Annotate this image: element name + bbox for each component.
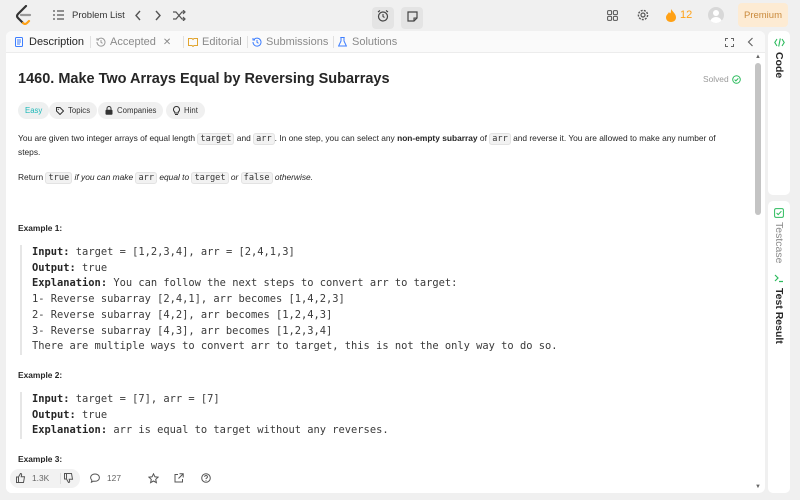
testcase-label[interactable]: Testcase xyxy=(773,222,785,263)
panel-tab-bar: Description Accepted ✕ Editorial Submiss… xyxy=(6,31,765,53)
scrollbar-thumb[interactable] xyxy=(755,63,761,215)
shuffle-icon[interactable] xyxy=(173,9,186,21)
check-circle-icon xyxy=(731,74,741,84)
notes-button[interactable] xyxy=(401,7,423,29)
code-arr: arr xyxy=(135,172,158,184)
book-icon xyxy=(188,37,198,47)
top-nav-bar: Problem List 12 Premium xyxy=(0,0,800,30)
chevron-left-icon[interactable] xyxy=(132,9,144,21)
layout-grid-icon[interactable] xyxy=(606,9,618,21)
code-panel-label: Code xyxy=(773,52,785,79)
code-arr: arr xyxy=(253,133,275,145)
like-count: 1.3K xyxy=(32,473,50,483)
history-icon xyxy=(96,37,106,47)
code-arr: arr xyxy=(489,133,511,145)
difficulty-badge[interactable]: Easy xyxy=(18,102,50,119)
description-icon xyxy=(15,37,25,47)
timer-button[interactable] xyxy=(372,7,394,29)
topics-label: Topics xyxy=(68,106,91,115)
checkbox-icon xyxy=(773,207,785,219)
scroll-up-icon[interactable]: ▲ xyxy=(755,54,761,60)
scroll-down-icon[interactable]: ▼ xyxy=(755,484,761,490)
solved-label: Solved xyxy=(703,74,729,84)
thumbs-up-icon xyxy=(16,473,26,483)
example-1-heading: Example 1: xyxy=(18,223,63,233)
comment-icon xyxy=(90,473,100,483)
submissions-history-icon xyxy=(252,37,262,47)
problem-list-link[interactable]: Problem List xyxy=(72,10,125,21)
comments-button[interactable]: 127 xyxy=(90,463,121,493)
flask-icon xyxy=(338,37,348,47)
hint-label: Hint xyxy=(184,106,198,115)
companies-label: Companies xyxy=(117,106,157,115)
tab-divider xyxy=(90,36,91,48)
tab-description-label: Description xyxy=(29,36,85,48)
collapse-panel-icon[interactable] xyxy=(744,36,756,48)
streak-count: 12 xyxy=(680,9,693,21)
hint-tag[interactable]: Hint xyxy=(166,102,205,119)
like-button[interactable]: 1.3K xyxy=(16,463,49,493)
example-1-block: Input: target = [1,2,3,4], arr = [2,4,1,… xyxy=(20,245,557,355)
example-2-heading: Example 2: xyxy=(18,370,63,380)
thumbs-down-icon xyxy=(64,473,74,483)
dislike-button[interactable] xyxy=(64,463,74,493)
tab-accepted[interactable]: Accepted ✕ xyxy=(96,31,171,53)
tab-divider xyxy=(333,36,334,48)
tab-divider xyxy=(247,36,248,48)
premium-button[interactable]: Premium xyxy=(738,3,788,27)
terminal-icon xyxy=(773,272,785,284)
leetcode-logo-icon[interactable] xyxy=(14,4,34,26)
code-false: false xyxy=(240,172,273,184)
problem-title: 1460. Make Two Arrays Equal by Reversing… xyxy=(18,71,390,87)
lock-icon xyxy=(105,106,113,115)
like-divider xyxy=(60,473,61,484)
example-2-block: Input: target = [7], arr = [7] Output: tr… xyxy=(20,392,389,440)
share-icon[interactable] xyxy=(173,472,185,484)
code-brackets-icon xyxy=(773,36,785,48)
description-footer: 1.3K 127 xyxy=(6,463,754,493)
note-icon xyxy=(406,9,418,27)
tab-divider xyxy=(183,36,184,48)
tab-accepted-label: Accepted xyxy=(110,36,156,48)
lightbulb-icon xyxy=(173,106,180,115)
tab-editorial[interactable]: Editorial xyxy=(188,31,242,53)
test-result-label[interactable]: Test Result xyxy=(773,288,785,344)
maximize-icon[interactable] xyxy=(723,36,735,48)
description-panel: Description Accepted ✕ Editorial Submiss… xyxy=(6,31,765,493)
code-true: true xyxy=(45,172,73,184)
code-target: target xyxy=(191,172,229,184)
description-scrollbar[interactable]: ▲ ▼ xyxy=(754,53,763,493)
tab-submissions-label: Submissions xyxy=(266,36,329,48)
topics-tag[interactable]: Topics xyxy=(49,102,98,119)
tab-solutions[interactable]: Solutions xyxy=(338,31,397,53)
tab-editorial-label: Editorial xyxy=(202,36,242,48)
tab-submissions[interactable]: Submissions xyxy=(252,31,328,53)
tag-icon xyxy=(56,106,64,115)
description-line-1: You are given two integer arrays of equa… xyxy=(18,133,716,145)
code-panel-collapsed[interactable]: Code xyxy=(768,31,790,195)
comment-count: 127 xyxy=(107,473,121,483)
tab-solutions-label: Solutions xyxy=(352,36,398,48)
settings-gear-icon[interactable] xyxy=(637,9,649,21)
code-target: target xyxy=(197,133,235,145)
description-line-2: steps. xyxy=(18,147,41,157)
description-return-line: Return true if you can make arr equal to… xyxy=(18,172,314,184)
solved-status: Solved xyxy=(703,74,741,84)
streak-fire-icon[interactable] xyxy=(665,8,677,22)
star-icon[interactable] xyxy=(147,472,159,484)
avatar[interactable] xyxy=(708,7,724,23)
alarm-clock-icon xyxy=(377,9,389,27)
close-tab-icon[interactable]: ✕ xyxy=(163,37,171,48)
test-panel-collapsed[interactable]: Testcase Test Result xyxy=(768,201,790,493)
tab-description[interactable]: Description xyxy=(15,31,84,53)
companies-tag[interactable]: Companies xyxy=(98,102,164,119)
list-icon[interactable] xyxy=(52,9,64,21)
chevron-right-icon[interactable] xyxy=(152,9,164,21)
help-icon[interactable] xyxy=(200,472,212,484)
